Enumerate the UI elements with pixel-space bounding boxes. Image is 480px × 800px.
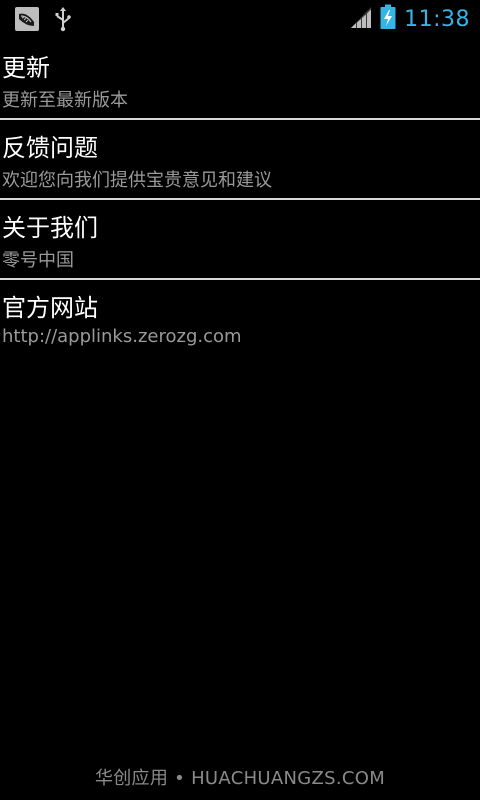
list-item-about-us[interactable]: 关于我们 零号中国 xyxy=(0,200,480,278)
settings-list: 更新 更新至最新版本 反馈问题 欢迎您向我们提供宝贵意见和建议 关于我们 零号中… xyxy=(0,40,480,358)
list-item-title: 关于我们 xyxy=(2,214,98,242)
list-item-title: 反馈问题 xyxy=(2,134,98,162)
list-item-subtitle: http://applinks.zerozg.com xyxy=(2,326,242,347)
list-item-official-website[interactable]: 官方网站 http://applinks.zerozg.com xyxy=(0,280,480,358)
list-item-subtitle: 零号中国 xyxy=(2,250,74,271)
list-item-title: 官方网站 xyxy=(2,294,98,322)
status-bar: 11:38 xyxy=(0,0,480,38)
battery-charging-icon xyxy=(380,4,396,34)
watermark-text: 华创应用 • HUACHUANGZS.COM xyxy=(94,768,386,789)
list-item-subtitle: 欢迎您向我们提供宝贵意见和建议 xyxy=(2,170,272,191)
list-item-feedback[interactable]: 反馈问题 欢迎您向我们提供宝贵意见和建议 xyxy=(0,120,480,198)
status-clock: 11:38 xyxy=(404,6,470,32)
signal-icon xyxy=(350,5,372,33)
app-notification-icon[interactable] xyxy=(14,6,40,36)
list-item-update[interactable]: 更新 更新至最新版本 xyxy=(0,40,480,118)
list-item-subtitle: 更新至最新版本 xyxy=(2,90,128,111)
usb-icon xyxy=(54,6,72,36)
list-item-title: 更新 xyxy=(2,54,50,82)
status-bar-system: 11:38 xyxy=(350,4,470,34)
status-bar-notifications xyxy=(14,6,72,36)
